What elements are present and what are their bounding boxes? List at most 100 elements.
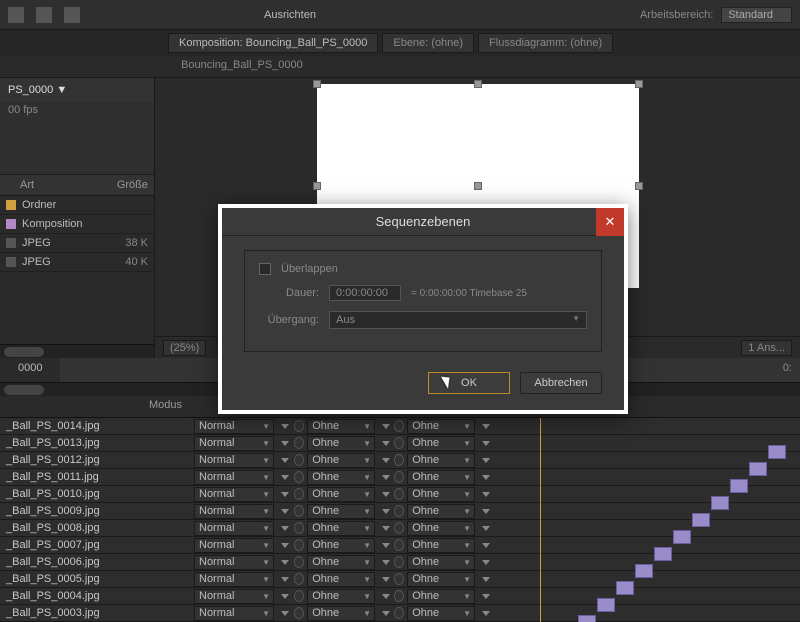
track-matte-dropdown[interactable]: Ohne <box>307 504 375 519</box>
track-matte-dropdown[interactable]: Ohne <box>307 606 375 621</box>
track-matte-knob[interactable] <box>294 539 304 551</box>
blend-mode-dropdown[interactable]: Normal <box>194 555 274 570</box>
timeline-row[interactable]: _Ball_PS_0009.jpg Normal Ohne Ohne <box>0 503 800 520</box>
workspace-dropdown[interactable]: Standard <box>721 7 792 23</box>
zoom-value[interactable]: (25%) <box>163 340 206 356</box>
track-matte-knob[interactable] <box>294 471 304 483</box>
track-matte-dropdown[interactable]: Ohne <box>307 555 375 570</box>
layer-clip[interactable] <box>635 564 653 578</box>
track-matte-dropdown[interactable]: Ohne <box>307 572 375 587</box>
project-item[interactable]: Komposition <box>0 215 154 234</box>
track-matte-dropdown[interactable]: Ohne <box>307 453 375 468</box>
timeline-row[interactable]: _Ball_PS_0013.jpg Normal Ohne Ohne <box>0 435 800 452</box>
blend-mode-dropdown[interactable]: Normal <box>194 606 274 621</box>
parent-dropdown[interactable]: Ohne <box>407 470 475 485</box>
track-matte-knob[interactable] <box>294 573 304 585</box>
layer-clip[interactable] <box>749 462 767 476</box>
blend-mode-dropdown[interactable]: Normal <box>194 453 274 468</box>
timeline-row[interactable]: _Ball_PS_0003.jpg Normal Ohne Ohne <box>0 605 800 622</box>
timeline-row[interactable]: _Ball_PS_0014.jpg Normal Ohne Ohne <box>0 418 800 435</box>
parent-knob[interactable] <box>394 590 404 602</box>
blend-mode-dropdown[interactable]: Normal <box>194 504 274 519</box>
parent-knob[interactable] <box>394 522 404 534</box>
track-matte-dropdown[interactable]: Ohne <box>307 589 375 604</box>
parent-knob[interactable] <box>394 505 404 517</box>
resolution-dropdown[interactable]: 1 Ans... <box>741 340 792 356</box>
track-matte-dropdown[interactable]: Ohne <box>307 470 375 485</box>
parent-knob[interactable] <box>394 607 404 619</box>
track-matte-dropdown[interactable]: Ohne <box>307 521 375 536</box>
cancel-button[interactable]: Abbrechen <box>520 372 602 394</box>
text-tool-icon[interactable] <box>64 7 80 23</box>
overlap-checkbox[interactable] <box>259 263 271 275</box>
blend-mode-dropdown[interactable]: Normal <box>194 538 274 553</box>
track-matte-knob[interactable] <box>294 420 304 432</box>
blend-mode-dropdown[interactable]: Normal <box>194 572 274 587</box>
tab-flowchart[interactable]: Flussdiagramm: (ohne) <box>478 33 613 53</box>
parent-knob[interactable] <box>394 556 404 568</box>
parent-dropdown[interactable]: Ohne <box>407 589 475 604</box>
blend-mode-dropdown[interactable]: Normal <box>194 470 274 485</box>
parent-knob[interactable] <box>394 420 404 432</box>
anchor-icon[interactable] <box>474 182 482 190</box>
parent-knob[interactable] <box>394 437 404 449</box>
layer-clip[interactable] <box>730 479 748 493</box>
ok-button[interactable]: OK <box>428 372 510 394</box>
parent-knob[interactable] <box>394 454 404 466</box>
track-matte-dropdown[interactable]: Ohne <box>307 487 375 502</box>
layer-clip[interactable] <box>692 513 710 527</box>
layer-clip[interactable] <box>673 530 691 544</box>
blend-mode-dropdown[interactable]: Normal <box>194 589 274 604</box>
track-matte-knob[interactable] <box>294 607 304 619</box>
parent-dropdown[interactable]: Ohne <box>407 487 475 502</box>
track-matte-knob[interactable] <box>294 488 304 500</box>
parent-dropdown[interactable]: Ohne <box>407 453 475 468</box>
playhead[interactable] <box>540 418 541 622</box>
parent-dropdown[interactable]: Ohne <box>407 555 475 570</box>
parent-dropdown[interactable]: Ohne <box>407 538 475 553</box>
timeline-row[interactable]: _Ball_PS_0005.jpg Normal Ohne Ohne <box>0 571 800 588</box>
align-label[interactable]: Ausrichten <box>264 9 316 21</box>
blend-mode-dropdown[interactable]: Normal <box>194 436 274 451</box>
close-button[interactable]: ✕ <box>596 208 624 236</box>
layer-clip[interactable] <box>768 445 786 459</box>
track-matte-knob[interactable] <box>294 437 304 449</box>
project-item[interactable]: Ordner <box>0 196 154 215</box>
parent-knob[interactable] <box>394 488 404 500</box>
track-matte-knob[interactable] <box>294 556 304 568</box>
parent-dropdown[interactable]: Ohne <box>407 436 475 451</box>
track-matte-knob[interactable] <box>294 505 304 517</box>
track-matte-knob[interactable] <box>294 590 304 602</box>
duration-input[interactable]: 0:00:00:00 <box>329 285 401 301</box>
parent-knob[interactable] <box>394 539 404 551</box>
selection-tool-icon[interactable] <box>8 7 24 23</box>
parent-dropdown[interactable]: Ohne <box>407 606 475 621</box>
hand-tool-icon[interactable] <box>36 7 52 23</box>
timeline-row[interactable]: _Ball_PS_0010.jpg Normal Ohne Ohne <box>0 486 800 503</box>
project-item[interactable]: JPEG 40 K <box>0 253 154 272</box>
project-scroll[interactable] <box>0 344 154 358</box>
layer-clip[interactable] <box>711 496 729 510</box>
timeline-row[interactable]: _Ball_PS_0006.jpg Normal Ohne Ohne <box>0 554 800 571</box>
layer-clip[interactable] <box>616 581 634 595</box>
tab-layer[interactable]: Ebene: (ohne) <box>382 33 474 53</box>
project-title[interactable]: PS_0000 ▼ <box>0 78 154 102</box>
parent-knob[interactable] <box>394 471 404 483</box>
project-item[interactable]: JPEG 38 K <box>0 234 154 253</box>
layer-clip[interactable] <box>578 615 596 622</box>
track-matte-knob[interactable] <box>294 454 304 466</box>
layer-clip[interactable] <box>597 598 615 612</box>
timeline-tab[interactable]: 0000 <box>0 358 60 382</box>
parent-dropdown[interactable]: Ohne <box>407 419 475 434</box>
transition-dropdown[interactable]: Aus <box>329 311 587 329</box>
blend-mode-dropdown[interactable]: Normal <box>194 521 274 536</box>
track-matte-dropdown[interactable]: Ohne <box>307 538 375 553</box>
layer-clip[interactable] <box>654 547 672 561</box>
track-matte-dropdown[interactable]: Ohne <box>307 436 375 451</box>
blend-mode-dropdown[interactable]: Normal <box>194 419 274 434</box>
track-matte-knob[interactable] <box>294 522 304 534</box>
blend-mode-dropdown[interactable]: Normal <box>194 487 274 502</box>
timeline-row[interactable]: _Ball_PS_0012.jpg Normal Ohne Ohne <box>0 452 800 469</box>
parent-dropdown[interactable]: Ohne <box>407 504 475 519</box>
track-matte-dropdown[interactable]: Ohne <box>307 419 375 434</box>
